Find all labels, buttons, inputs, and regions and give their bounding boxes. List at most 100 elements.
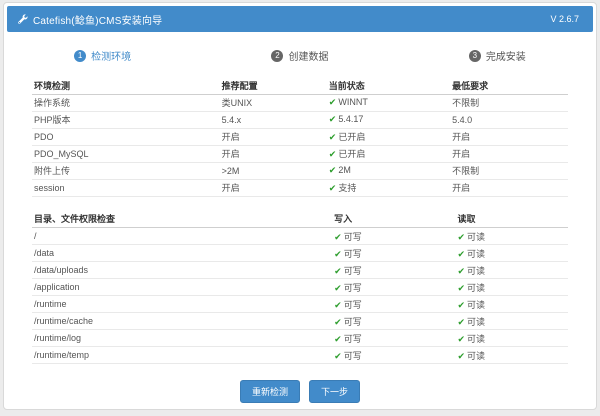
step-3[interactable]: 3 完成安装 — [399, 48, 596, 63]
check-icon: ✔ — [329, 183, 337, 193]
perm-table-row: /data/uploads✔可写✔可读 — [32, 262, 568, 279]
perm-table-row: /runtime/temp✔可写✔可读 — [32, 347, 568, 364]
check-icon: ✔ — [457, 351, 465, 361]
next-step-button[interactable]: 下一步 — [309, 380, 360, 403]
env-table-row: PDO开启✔已开启开启 — [32, 128, 568, 145]
step-number-badge: 1 — [74, 50, 86, 62]
check-icon: ✔ — [457, 300, 465, 310]
write-status: ✔可写 — [332, 347, 455, 364]
env-table-header-row: 环境检测 推荐配置 当前状态 最低要求 — [32, 77, 568, 94]
step-1[interactable]: 1 检测环境 — [4, 48, 201, 63]
step-number-badge: 3 — [469, 50, 481, 62]
check-icon: ✔ — [457, 232, 465, 242]
step-indicator: 1 检测环境 2 创建数据 3 完成安装 — [4, 32, 596, 69]
step-label: 完成安装 — [486, 48, 526, 63]
read-status: ✔可读 — [455, 245, 568, 262]
check-icon: ✔ — [329, 114, 337, 124]
env-table-row: 操作系统类UNIX✔WINNT不限制 — [32, 94, 568, 111]
check-icon: ✔ — [334, 351, 342, 361]
directory-path: /data/uploads — [32, 262, 332, 279]
directory-path: /runtime/cache — [32, 313, 332, 330]
env-col-header: 推荐配置 — [220, 77, 327, 94]
step-label: 检测环境 — [91, 48, 131, 63]
write-status: ✔可写 — [332, 245, 455, 262]
env-item-name: PDO_MySQL — [32, 145, 220, 162]
write-status: ✔可写 — [332, 313, 455, 330]
section-spacer — [32, 197, 568, 211]
env-col-header: 环境检测 — [32, 77, 220, 94]
check-icon: ✔ — [334, 317, 342, 327]
write-status: ✔可写 — [332, 262, 455, 279]
page-title: Catefish(鲶鱼)CMS安装向导 — [33, 12, 550, 27]
check-icon: ✔ — [457, 334, 465, 344]
title-bar: Catefish(鲶鱼)CMS安装向导 V 2.6.7 — [7, 6, 593, 32]
check-icon: ✔ — [334, 266, 342, 276]
perm-col-header: 读取 — [455, 211, 568, 228]
env-current-status: ✔支持 — [327, 179, 450, 196]
check-icon: ✔ — [329, 165, 337, 175]
env-minimum-value: 开启 — [450, 145, 568, 162]
environment-check-table: 环境检测 推荐配置 当前状态 最低要求 操作系统类UNIX✔WINNT不限制PH… — [32, 77, 568, 197]
step-2[interactable]: 2 创建数据 — [201, 48, 398, 63]
check-icon: ✔ — [334, 334, 342, 344]
write-status: ✔可写 — [332, 279, 455, 296]
env-recommend-value: >2M — [220, 162, 327, 179]
env-current-status: ✔5.4.17 — [327, 111, 450, 128]
check-icon: ✔ — [334, 283, 342, 293]
perm-table-row: /runtime✔可写✔可读 — [32, 296, 568, 313]
directory-path: /runtime/log — [32, 330, 332, 347]
check-icon: ✔ — [329, 97, 337, 107]
directory-path: / — [32, 228, 332, 245]
env-col-header: 当前状态 — [327, 77, 450, 94]
env-minimum-value: 开启 — [450, 179, 568, 196]
env-table-row: PDO_MySQL开启✔已开启开启 — [32, 145, 568, 162]
read-status: ✔可读 — [455, 330, 568, 347]
check-icon: ✔ — [329, 132, 337, 142]
env-item-name: PDO — [32, 128, 220, 145]
env-col-header: 最低要求 — [450, 77, 568, 94]
env-minimum-value: 不限制 — [450, 162, 568, 179]
version-label: V 2.6.7 — [550, 14, 579, 24]
perm-table-row: /application✔可写✔可读 — [32, 279, 568, 296]
env-minimum-value: 开启 — [450, 128, 568, 145]
env-recommend-value: 开启 — [220, 145, 327, 162]
wrench-icon — [17, 14, 28, 25]
env-table-row: 附件上传>2M✔2M不限制 — [32, 162, 568, 179]
check-icon: ✔ — [457, 283, 465, 293]
perm-table-row: /runtime/log✔可写✔可读 — [32, 330, 568, 347]
directory-path: /runtime — [32, 296, 332, 313]
perm-table-row: /data✔可写✔可读 — [32, 245, 568, 262]
action-button-row: 重新检测 下一步 — [4, 380, 596, 403]
perm-col-header: 目录、文件权限检查 — [32, 211, 332, 228]
read-status: ✔可读 — [455, 228, 568, 245]
check-icon: ✔ — [334, 249, 342, 259]
read-status: ✔可读 — [455, 262, 568, 279]
check-icon: ✔ — [457, 266, 465, 276]
read-status: ✔可读 — [455, 279, 568, 296]
step-label: 创建数据 — [288, 48, 328, 63]
directory-path: /data — [32, 245, 332, 262]
env-item-name: PHP版本 — [32, 111, 220, 128]
env-current-status: ✔已开启 — [327, 128, 450, 145]
env-current-status: ✔2M — [327, 162, 450, 179]
perm-table-header-row: 目录、文件权限检查 写入 读取 — [32, 211, 568, 228]
env-table-row: PHP版本5.4.x✔5.4.175.4.0 — [32, 111, 568, 128]
env-table-row: session开启✔支持开启 — [32, 179, 568, 196]
directory-path: /runtime/temp — [32, 347, 332, 364]
check-icon: ✔ — [334, 232, 342, 242]
perm-table-row: /✔可写✔可读 — [32, 228, 568, 245]
write-status: ✔可写 — [332, 296, 455, 313]
env-recommend-value: 5.4.x — [220, 111, 327, 128]
env-item-name: session — [32, 179, 220, 196]
env-recommend-value: 开启 — [220, 128, 327, 145]
env-recommend-value: 类UNIX — [220, 94, 327, 111]
recheck-button[interactable]: 重新检测 — [240, 380, 300, 403]
check-icon: ✔ — [457, 317, 465, 327]
env-item-name: 操作系统 — [32, 94, 220, 111]
step-number-badge: 2 — [271, 50, 283, 62]
env-current-status: ✔已开启 — [327, 145, 450, 162]
perm-col-header: 写入 — [332, 211, 455, 228]
read-status: ✔可读 — [455, 296, 568, 313]
directory-path: /application — [32, 279, 332, 296]
env-item-name: 附件上传 — [32, 162, 220, 179]
